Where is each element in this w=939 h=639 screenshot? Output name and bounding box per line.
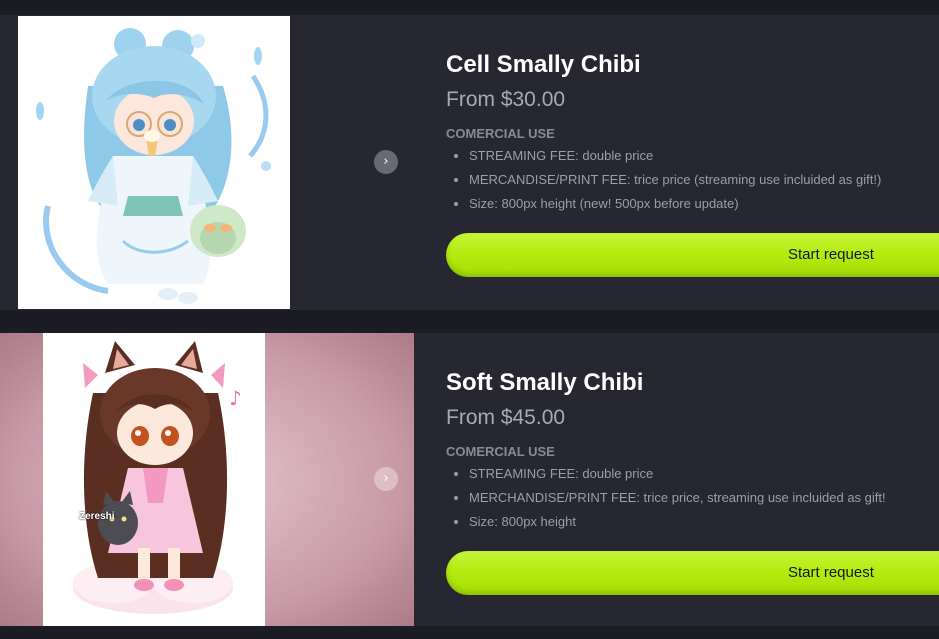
chevron-right-icon: › <box>383 154 389 169</box>
feature-item: STREAMING FEE: double price <box>469 144 881 168</box>
commercial-use-heading: COMERCIAL USE <box>446 126 555 141</box>
start-request-label: Start request <box>788 246 874 263</box>
product-gallery: ♪ Zereshi › <box>0 333 414 626</box>
product-price: From $30.00 <box>446 88 566 111</box>
product-title: Soft Smally Chibi <box>446 369 644 396</box>
product-image-blue-chibi[interactable] <box>18 16 290 309</box>
feature-list: STREAMING FEE: double price MERCANDISE/P… <box>446 144 881 216</box>
feature-item: STREAMING FEE: double price <box>469 462 886 486</box>
feature-item: MERCHANDISE/PRINT FEE: trice price, stre… <box>469 486 886 510</box>
commercial-use-heading: COMERCIAL USE <box>446 444 555 459</box>
svg-text:♪: ♪ <box>229 386 242 410</box>
gallery-next-button[interactable]: › <box>374 467 398 491</box>
start-request-button[interactable]: Start request <box>446 233 939 277</box>
artist-watermark: Zereshi <box>79 511 115 522</box>
product-image-pink-chibi[interactable]: ♪ Zereshi <box>43 333 265 626</box>
gallery-next-button[interactable]: › <box>374 150 398 174</box>
chevron-right-icon: › <box>383 471 389 486</box>
feature-item: MERCANDISE/PRINT FEE: trice price (strea… <box>469 168 881 192</box>
feature-list: STREAMING FEE: double price MERCHANDISE/… <box>446 462 886 534</box>
product-title: Cell Smally Chibi <box>446 51 641 78</box>
start-request-label: Start request <box>788 564 874 581</box>
product-card-cell-smally-chibi: › Cell Smally Chibi From $30.00 COMERCIA… <box>0 15 939 310</box>
product-card-soft-smally-chibi: ♪ Zereshi › Soft Smally Chibi From $45.0… <box>0 333 939 626</box>
shop-page: › Cell Smally Chibi From $30.00 COMERCIA… <box>0 0 939 639</box>
feature-item: Size: 800px height (new! 500px before up… <box>469 192 881 216</box>
feature-item: Size: 800px height <box>469 510 886 534</box>
start-request-button[interactable]: Start request <box>446 551 939 595</box>
product-price: From $45.00 <box>446 406 566 429</box>
product-gallery: › <box>0 15 414 310</box>
